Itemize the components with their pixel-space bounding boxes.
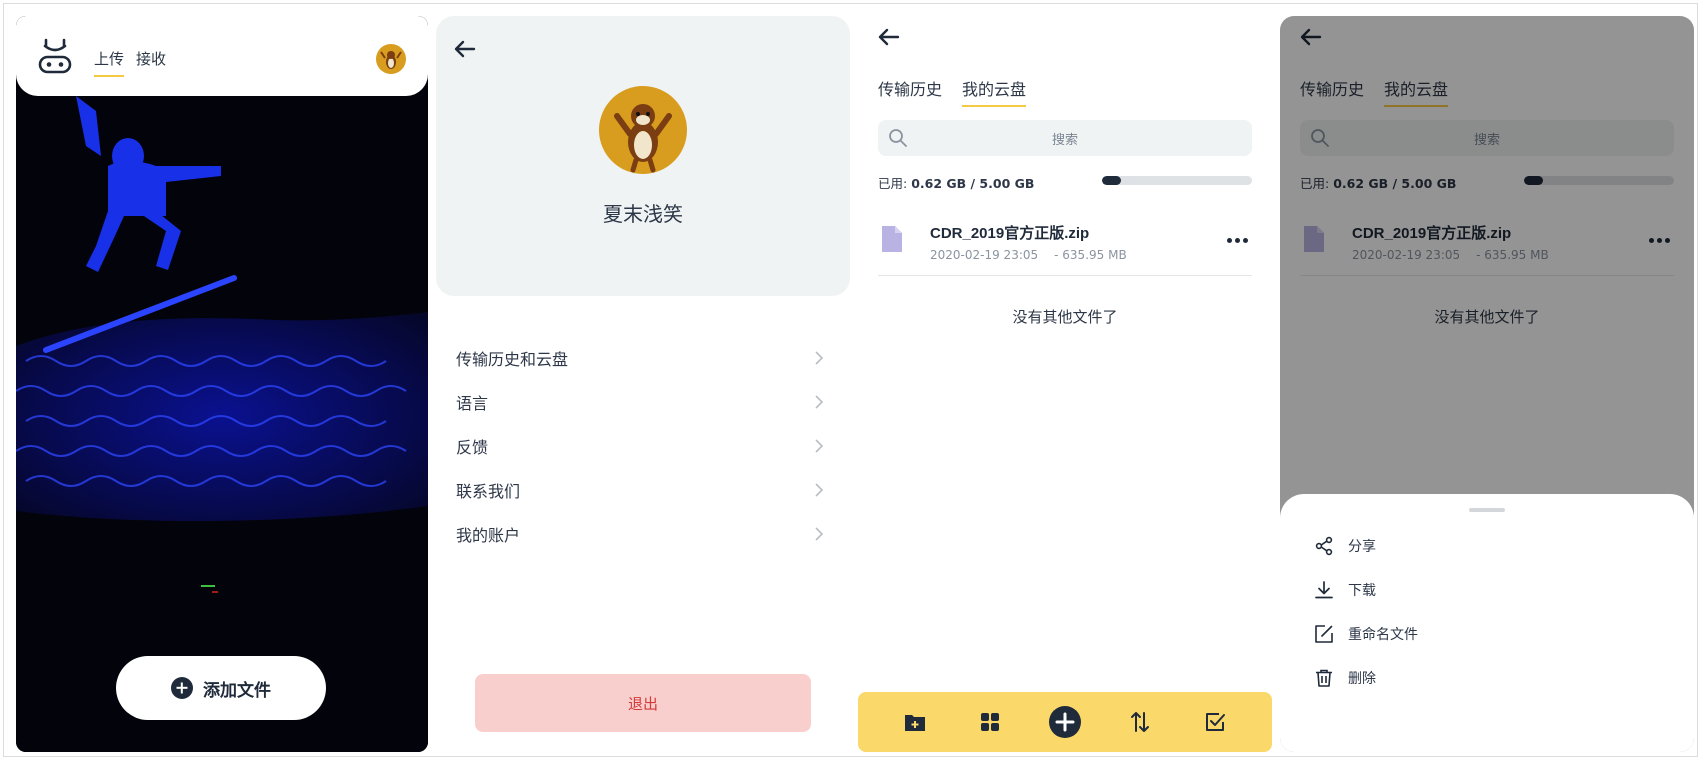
profile-card: 夏末浅笑 (436, 16, 850, 296)
tab-my-cloud[interactable]: 我的云盘 (962, 76, 1027, 107)
grid-view-icon[interactable] (973, 705, 1007, 739)
menu-item-history-cloud[interactable]: 传输历史和云盘 (456, 336, 828, 380)
share-icon (1314, 536, 1334, 556)
bottom-toolbar (858, 692, 1272, 752)
rename-label: 重命名文件 (1348, 627, 1418, 643)
download-icon (1314, 580, 1334, 600)
menu-item-contact[interactable]: 联系我们 (456, 468, 828, 512)
username: 夏末浅笑 (603, 202, 683, 226)
add-file-button[interactable]: 添加文件 (116, 656, 326, 720)
profile-screen: 夏末浅笑 传输历史和云盘 语言 反馈 联系我们 我的账户 退出 (436, 16, 850, 752)
rename-button[interactable]: 重命名文件 (1314, 624, 1418, 644)
new-folder-icon[interactable] (898, 705, 932, 739)
file-actions-screen: 传输历史 我的云盘 搜索 已用: 0.62 GB / 5.00 GB CDR_2… (1280, 16, 1694, 752)
cloud-drive-screen: 传输历史 我的云盘 搜索 已用: 0.62 GB / 5.00 GB CDR_2… (858, 16, 1272, 752)
top-bar: 上传 接收 (16, 16, 428, 96)
usage-bar (1102, 176, 1252, 185)
menu-item-feedback[interactable]: 反馈 (456, 424, 828, 468)
search-input[interactable]: 搜索 (878, 120, 1252, 156)
tab-upload[interactable]: 上传 (94, 48, 125, 77)
share-button[interactable]: 分享 (1314, 536, 1376, 556)
file-icon (882, 226, 902, 252)
sort-icon[interactable] (1123, 705, 1157, 739)
back-arrow-icon[interactable] (878, 28, 900, 46)
action-sheet: 分享 下载 重命名文件 删除 (1280, 494, 1694, 752)
chevron-right-icon (815, 439, 824, 453)
storage-usage: 已用: 0.62 GB / 5.00 GB (878, 173, 1034, 192)
delete-icon (1314, 668, 1334, 688)
add-circle-icon[interactable] (1048, 705, 1082, 739)
file-size: - 635.95 MB (1054, 248, 1127, 262)
file-name: CDR_2019官方正版.zip (930, 225, 1090, 242)
menu-item-label: 传输历史和云盘 (456, 350, 569, 369)
search-placeholder: 搜索 (1051, 133, 1078, 148)
file-date: 2020-02-19 23:05 (930, 248, 1039, 262)
logout-button[interactable]: 退出 (475, 674, 811, 732)
menu-item-account[interactable]: 我的账户 (456, 512, 828, 556)
rename-icon (1314, 624, 1334, 644)
delete-label: 删除 (1348, 671, 1376, 687)
avatar[interactable] (376, 44, 406, 74)
no-more-files-text: 没有其他文件了 (1012, 308, 1118, 326)
menu-item-language[interactable]: 语言 (456, 380, 828, 424)
chevron-right-icon (815, 395, 824, 409)
profile-menu: 传输历史和云盘 语言 反馈 联系我们 我的账户 (456, 336, 828, 556)
screenshot-frame: 上传 接收 添加文件 夏末浅笑 传输历史和云盘 语言 反馈 联系我们 我的账户 … (3, 3, 1698, 757)
usage-value: 0.62 GB / 5.00 GB (911, 176, 1035, 191)
share-label: 分享 (1348, 539, 1376, 555)
menu-item-label: 我的账户 (456, 526, 521, 545)
chevron-right-icon (815, 483, 824, 497)
back-arrow-icon[interactable] (454, 40, 476, 58)
add-file-label: 添加文件 (203, 680, 271, 701)
chevron-right-icon (815, 527, 824, 541)
background-photo (16, 16, 428, 752)
menu-item-label: 联系我们 (456, 482, 521, 501)
upload-screen: 上传 接收 添加文件 (16, 16, 428, 752)
file-row[interactable]: CDR_2019官方正版.zip 2020-02-19 23:05 - 635.9… (878, 214, 1252, 276)
download-button[interactable]: 下载 (1314, 580, 1376, 600)
plus-circle-icon (171, 677, 193, 699)
menu-item-label: 语言 (456, 394, 489, 413)
robot-logo-icon[interactable] (38, 38, 72, 76)
download-label: 下载 (1348, 583, 1376, 599)
tab-receive[interactable]: 接收 (136, 48, 166, 69)
delete-button[interactable]: 删除 (1314, 668, 1376, 688)
chevron-right-icon (815, 351, 824, 365)
file-meta: 2020-02-19 23:05 - 635.95 MB (930, 248, 1127, 262)
usage-label: 已用: (878, 176, 912, 191)
tab-transfer-history[interactable]: 传输历史 (878, 76, 942, 100)
menu-item-label: 反馈 (456, 438, 489, 457)
select-icon[interactable] (1198, 705, 1232, 739)
tab-bar: 传输历史 我的云盘 (878, 76, 1027, 107)
usage-bar-fill (1102, 176, 1121, 185)
profile-avatar[interactable] (599, 86, 687, 174)
drag-handle[interactable] (1469, 508, 1505, 512)
more-options-icon[interactable] (1227, 238, 1248, 243)
